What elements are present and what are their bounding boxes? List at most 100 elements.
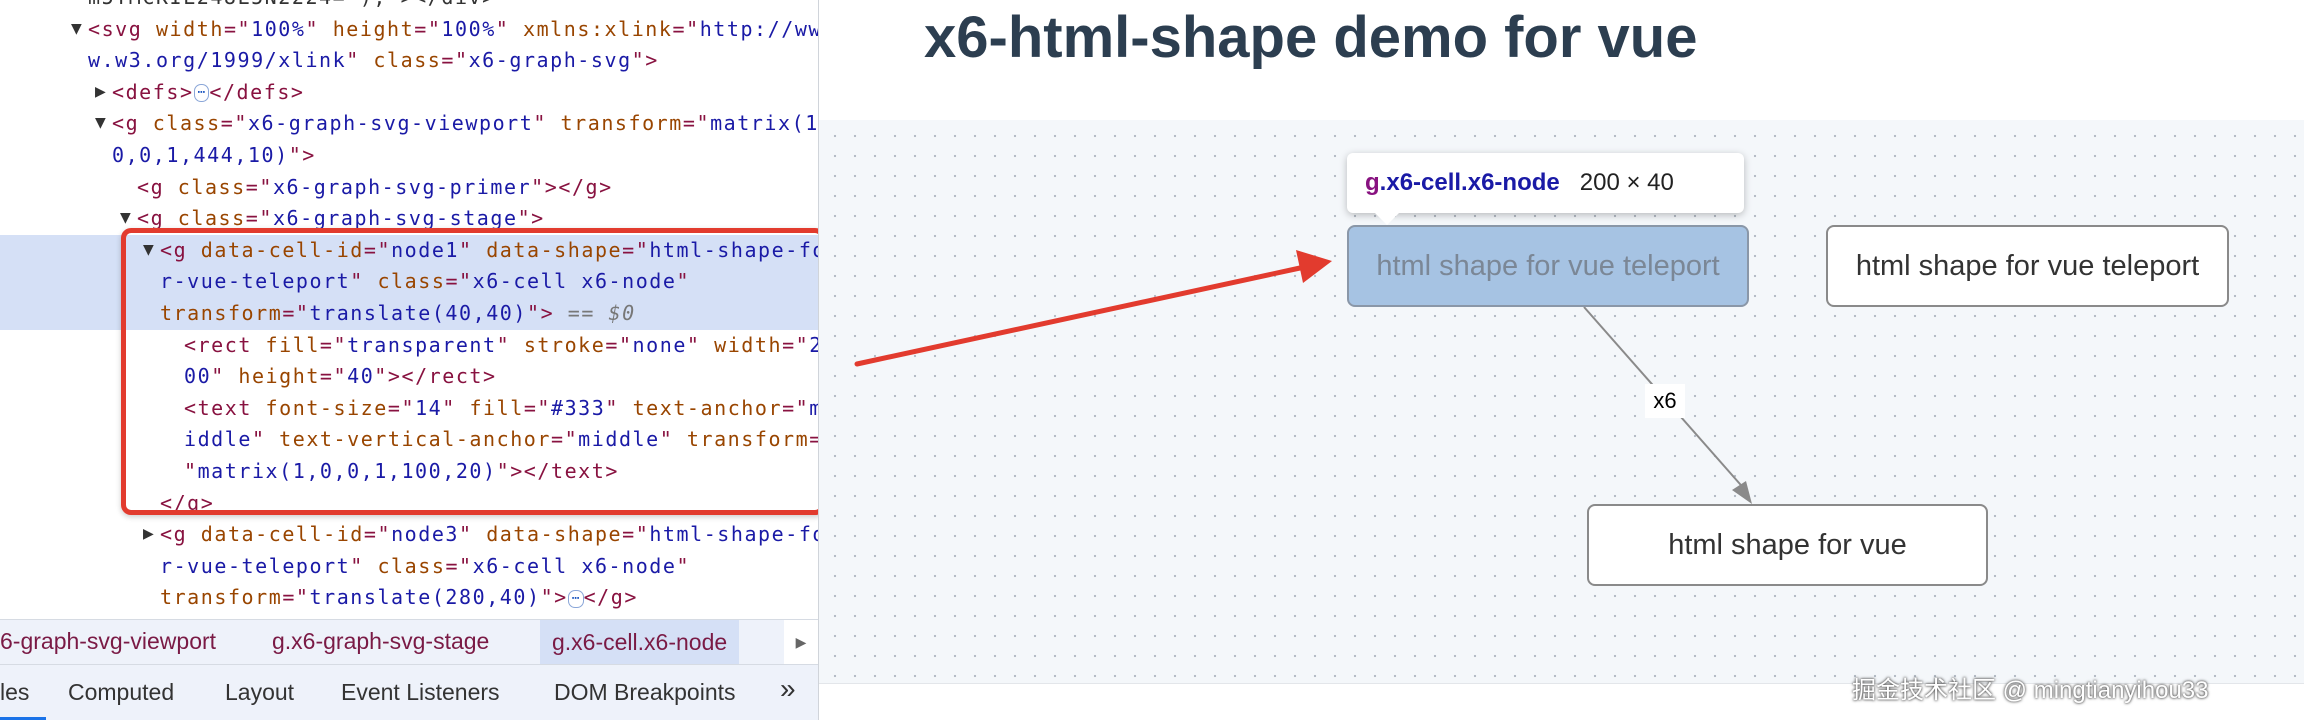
elements-tree-line[interactable]: transform="translate(280,40)"> ⋯ </g> <box>160 582 638 613</box>
code-token: http://ww <box>699 16 819 41</box>
code-token: w.w3.org/1999/xlink <box>88 48 347 73</box>
elements-tree-line[interactable]: m5TMCKIL248L5N2224=");"></div> <box>88 0 496 13</box>
code-token: " <box>533 111 561 136</box>
code-token: </g> <box>583 585 638 610</box>
node-1[interactable]: html shape for vue teleport <box>1347 225 1749 307</box>
code-token: m5TMCKIL248L5N2224=");"></div> <box>88 0 496 9</box>
elements-tree-line[interactable]: 0,0,1,444,10)"> <box>112 140 316 171</box>
code-token: " <box>459 522 487 547</box>
more-tabs-icon[interactable]: » <box>780 673 796 705</box>
tab-styles[interactable]: les <box>0 679 29 706</box>
code-token: x6-graph-svg-viewport <box>247 111 534 136</box>
code-token: =" <box>245 206 273 231</box>
code-token: class <box>373 48 442 73</box>
code-token: <g <box>137 206 178 231</box>
page-title: x6-html-shape demo for vue <box>924 5 1698 70</box>
elements-tree-line[interactable]: <defs> ⋯ </defs> <box>112 77 305 108</box>
code-token: 100% <box>251 16 306 41</box>
code-token: width <box>155 16 224 41</box>
tab-dom-breakpoints[interactable]: DOM Breakpoints <box>554 679 736 706</box>
code-token: " <box>305 16 333 41</box>
code-token: =" <box>363 522 392 547</box>
code-token: =" <box>682 111 711 136</box>
code-token: translate(280,40) <box>309 585 541 610</box>
code-token: =" <box>223 16 252 41</box>
tooltip-tag: g <box>1365 169 1380 196</box>
code-token: =" <box>245 174 273 199</box>
code-token: =" <box>441 48 469 73</box>
edge-label: x6 <box>1645 384 1685 418</box>
code-token: =" <box>414 16 442 41</box>
expand-triangle-down-icon[interactable]: ▼ <box>71 21 82 37</box>
code-token: class <box>152 111 221 136</box>
code-token: 100% <box>441 16 496 41</box>
breadcrumb-stage[interactable]: g.x6-graph-svg-stage <box>272 628 489 655</box>
breadcrumb: 6-graph-svg-viewport g.x6-graph-svg-stag… <box>0 619 818 664</box>
code-token: "></g> <box>531 174 613 199</box>
code-token: " <box>346 48 374 73</box>
code-token: data-cell-id <box>200 522 364 547</box>
code-token: class <box>177 206 246 231</box>
tooltip-size: 200 × 40 <box>1579 169 1674 196</box>
code-token: " <box>350 553 378 578</box>
code-token: </defs> <box>209 79 305 104</box>
elements-tree-line[interactable]: <g class="x6-graph-svg-viewport" transfo… <box>112 108 819 139</box>
code-token: class <box>377 553 446 578</box>
tab-computed[interactable]: Computed <box>68 679 174 706</box>
code-token: =" <box>622 522 650 547</box>
code-token: x6-graph-svg-primer <box>272 174 532 199</box>
elements-tree-line[interactable]: r-vue-teleport" class="x6-cell x6-node" <box>160 551 690 582</box>
code-token: <g <box>137 174 178 199</box>
tab-event-listeners[interactable]: Event Listeners <box>341 679 500 706</box>
node-3[interactable]: html shape for vue <box>1587 504 1988 586</box>
tooltip-class: .x6-cell.x6-node <box>1379 169 1560 196</box>
code-token: <svg <box>88 16 156 41</box>
code-token: 0,0,1,444,10) <box>112 143 289 167</box>
code-token: "> <box>631 48 659 73</box>
code-token: x6-graph-svg-stage <box>272 206 518 231</box>
breadcrumb-scroll-right-icon[interactable]: ▶ <box>784 620 818 664</box>
breadcrumb-node[interactable]: g.x6-cell.x6-node <box>540 620 740 664</box>
code-token: matrix(1, <box>710 111 819 136</box>
code-token: <defs> <box>112 79 194 104</box>
code-token: x6-cell x6-node <box>472 553 677 578</box>
code-token: =" <box>445 553 473 578</box>
code-token: node3 <box>391 522 460 547</box>
collapsed-ellipsis-button[interactable]: ⋯ <box>567 589 584 608</box>
code-token: x6-graph-svg <box>468 48 632 73</box>
code-token: =" <box>282 585 310 610</box>
code-token: "> <box>288 143 316 167</box>
code-token: =" <box>220 111 248 136</box>
node-2[interactable]: html shape for vue teleport <box>1826 225 2229 307</box>
elements-tree-line[interactable]: w.w3.org/1999/xlink" class="x6-graph-svg… <box>88 45 659 76</box>
code-token: "> <box>517 206 545 231</box>
code-token: xmlns:xlink <box>522 16 673 41</box>
code-token: " <box>676 553 691 578</box>
code-token: class <box>177 174 246 199</box>
expand-triangle-right-icon[interactable]: ▶ <box>143 526 154 542</box>
expand-triangle-down-icon[interactable]: ▼ <box>95 115 106 131</box>
elements-tree-line[interactable]: <svg width="100%" height="100%" xmlns:xl… <box>88 14 819 45</box>
devtools-panel: m5TMCKIL248L5N2224=");"></div> ▼ <svg widt… <box>0 0 819 720</box>
code-token: "> <box>540 585 568 610</box>
expand-triangle-down-icon[interactable]: ▼ <box>120 210 131 226</box>
breadcrumb-viewport[interactable]: 6-graph-svg-viewport <box>0 628 216 655</box>
code-token: <g <box>160 522 201 547</box>
elements-tree-line[interactable]: <g data-cell-id="node3" data-shape="html… <box>160 519 819 550</box>
code-token: height <box>332 16 415 41</box>
code-token: html-shape-fo <box>649 522 819 547</box>
code-token: r-vue-teleport <box>160 553 351 578</box>
code-token: <g <box>112 111 153 136</box>
tab-layout[interactable]: Layout <box>225 679 294 706</box>
code-token: =" <box>672 16 700 41</box>
code-token: transform <box>160 585 283 610</box>
inspect-tooltip: g .x6-cell.x6-node 200 × 40 <box>1347 153 1744 225</box>
expand-triangle-right-icon[interactable]: ▶ <box>95 84 106 100</box>
code-token: data-shape <box>486 522 623 547</box>
annotation-red-box <box>121 228 818 515</box>
collapsed-ellipsis-button[interactable]: ⋯ <box>193 84 210 103</box>
code-token: " <box>495 16 523 41</box>
sidebar-tabs: les Computed Layout Event Listeners DOM … <box>0 664 818 720</box>
elements-tree-line[interactable]: <g class="x6-graph-svg-primer"></g> <box>137 172 613 203</box>
watermark: 掘金技术社区 @ mingtianyihou33 <box>1852 677 2209 704</box>
